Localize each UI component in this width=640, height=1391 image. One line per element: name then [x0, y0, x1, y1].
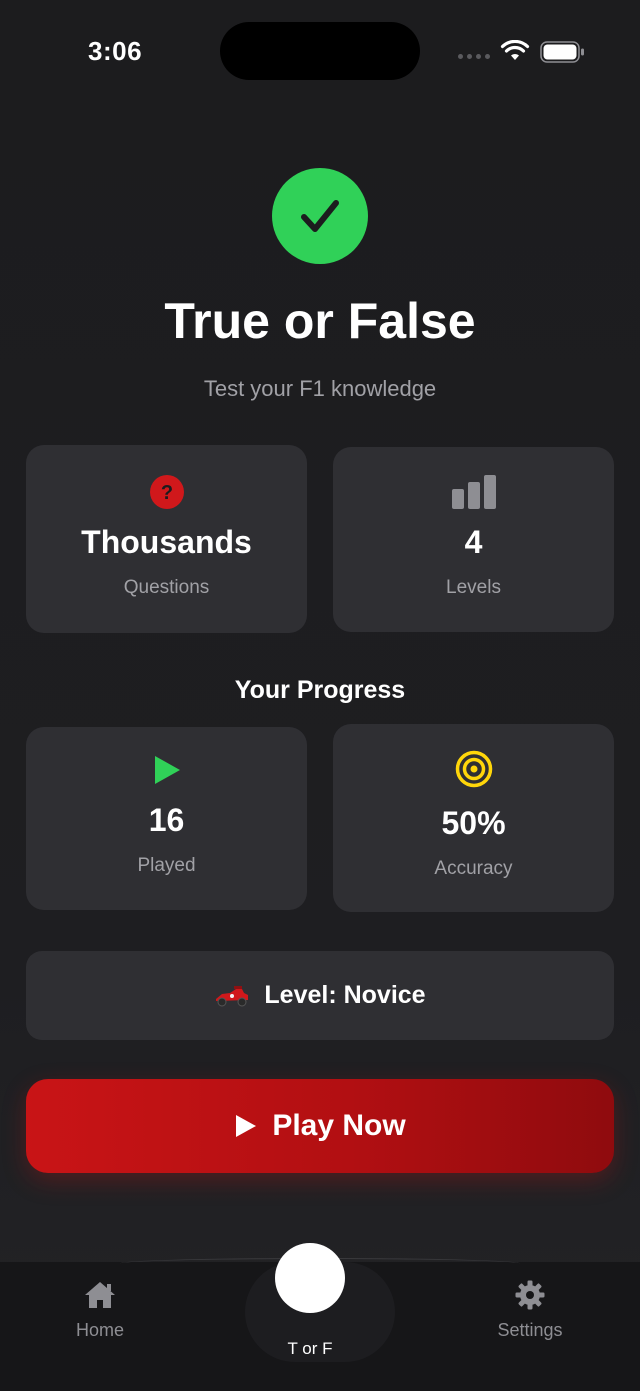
race-car-icon — [216, 985, 249, 1006]
page-title: True or False — [164, 293, 476, 349]
play-now-button[interactable]: Play Now — [26, 1079, 614, 1173]
played-label: Played — [137, 855, 196, 876]
play-icon — [236, 1115, 257, 1137]
levels-card: 4 Levels — [333, 447, 614, 632]
svg-text:?: ? — [160, 482, 172, 504]
questions-label: Questions — [123, 577, 210, 598]
question-circle-icon: ? — [149, 472, 185, 512]
questions-card: ? Thousands Questions — [26, 445, 307, 633]
played-card: 16 Played — [26, 727, 307, 910]
battery-icon — [540, 41, 584, 63]
tab-home-label: Home — [75, 1320, 124, 1340]
checkmark-circle-icon — [272, 168, 368, 264]
levels-label: Levels — [446, 577, 501, 598]
screen: 3:06 True or False Test your F1 knowledg… — [0, 0, 640, 1391]
level-indicator: Level: Novice — [26, 951, 614, 1040]
tab-settings-label: Settings — [497, 1320, 563, 1340]
wifi-icon — [500, 40, 530, 60]
questions-value: Thousands — [81, 524, 252, 560]
gear-icon — [515, 1280, 545, 1310]
bar-chart-icon — [451, 472, 497, 512]
play-icon — [152, 750, 182, 790]
house-icon — [85, 1282, 115, 1308]
tab-center-label[interactable]: T or F — [245, 1339, 375, 1359]
accuracy-card: 50% Accuracy — [333, 724, 614, 912]
level-text: Level: Novice — [264, 981, 426, 1009]
target-icon — [455, 749, 493, 789]
levels-value: 4 — [464, 524, 483, 560]
status-time: 3:06 — [88, 36, 143, 66]
true-or-false-tab-button[interactable] — [275, 1243, 345, 1313]
accuracy-value: 50% — [441, 805, 506, 841]
cellular-signal-icon — [458, 54, 490, 59]
progress-section-title: Your Progress — [234, 676, 406, 704]
tab-home[interactable]: Home — [60, 1280, 140, 1341]
tab-settings[interactable]: Settings — [480, 1280, 580, 1341]
played-value: 16 — [148, 802, 185, 838]
play-now-label: Play Now — [272, 1109, 406, 1142]
page-subtitle: Test your F1 knowledge — [203, 376, 437, 401]
accuracy-label: Accuracy — [434, 858, 513, 879]
dynamic-island — [220, 22, 420, 80]
